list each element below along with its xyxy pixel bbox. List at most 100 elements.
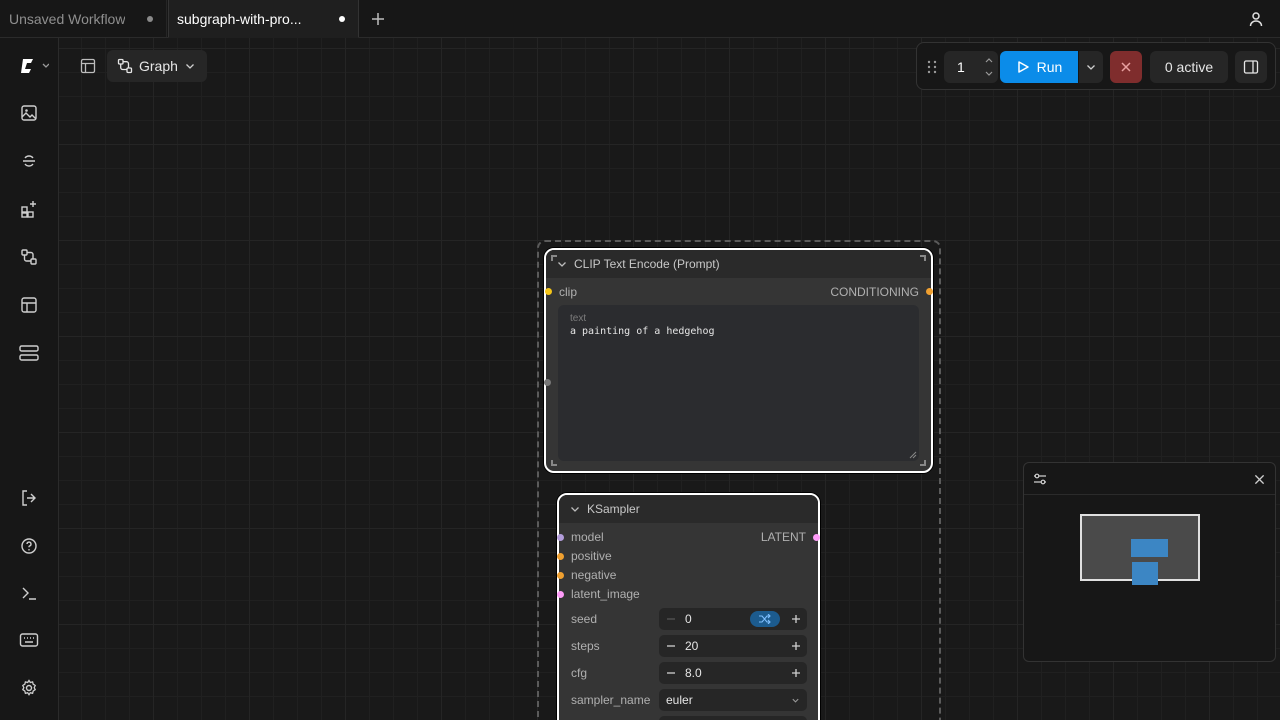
decrement-chevron-down-icon[interactable]: [983, 68, 995, 80]
increment-chevron-up-icon[interactable]: [983, 54, 995, 66]
minimap-panel[interactable]: [1023, 462, 1276, 662]
prompt-textarea[interactable]: text a painting of a hedgehog: [558, 305, 919, 461]
queue-status-label: 0 active: [1164, 59, 1214, 75]
cfg-widget[interactable]: 8.0: [659, 662, 807, 684]
widget-label-cfg: cfg: [571, 666, 588, 680]
sidebar-item-keyboard[interactable]: [14, 625, 44, 655]
next-widget[interactable]: [659, 716, 807, 720]
workflows-icon: [21, 249, 37, 265]
latent-output-socket[interactable]: [813, 534, 820, 541]
run-options-button[interactable]: [1079, 51, 1103, 83]
minimap-node: [1131, 539, 1168, 557]
close-icon: [1121, 62, 1131, 72]
resize-handle-icon[interactable]: [551, 460, 557, 466]
add-tab-button[interactable]: [367, 8, 389, 30]
sidebar-item-node-library[interactable]: [14, 194, 44, 224]
sidebar-item-logout[interactable]: [14, 483, 44, 513]
sampler-name-select[interactable]: euler: [659, 689, 807, 711]
view-mode-dropdown[interactable]: Graph: [107, 50, 207, 82]
run-button[interactable]: Run: [1000, 51, 1078, 83]
node-header[interactable]: KSampler: [559, 495, 818, 523]
batch-count-input[interactable]: 1: [944, 51, 998, 83]
tab-bar: Unsaved Workflow subgraph-with-pro...: [0, 0, 1280, 38]
queue-icon: [19, 345, 39, 361]
images-icon: [21, 105, 37, 121]
toggle-right-panel-button[interactable]: [1235, 51, 1267, 83]
decrement-icon[interactable]: [664, 611, 678, 627]
resize-handle-icon[interactable]: [920, 460, 926, 466]
latent-image-input-socket[interactable]: [557, 591, 564, 598]
seed-value: 0: [685, 612, 692, 626]
input-label-clip: clip: [559, 285, 578, 299]
textarea-label: text: [570, 313, 587, 324]
drag-handle-icon[interactable]: [925, 57, 939, 77]
keyboard-icon: [19, 633, 39, 647]
sidebar-item-settings[interactable]: [14, 673, 44, 703]
input-label-model: model: [571, 530, 604, 544]
widget-label-seed: seed: [571, 612, 598, 626]
steps-widget[interactable]: 20: [659, 635, 807, 657]
models-icon: [23, 155, 35, 167]
toggle-panel-button[interactable]: [74, 52, 102, 80]
sidebar-item-images[interactable]: [14, 98, 44, 128]
run-label: Run: [1036, 59, 1063, 75]
node-title: KSampler: [587, 502, 640, 516]
templates-icon: [21, 297, 37, 313]
minimap-node: [1132, 562, 1158, 585]
logout-icon: [22, 490, 36, 506]
steps-value: 20: [685, 639, 699, 653]
collapse-chevron-icon[interactable]: [569, 503, 581, 515]
app-root: Unsaved Workflow subgraph-with-pro... Gr…: [0, 0, 1280, 720]
run-toolbar: 1 Run 0 active: [916, 42, 1276, 90]
sidebar-item-help[interactable]: [14, 531, 44, 561]
ksampler-node[interactable]: KSampler model LATENT positive negative …: [557, 493, 820, 720]
increment-icon[interactable]: [789, 665, 803, 681]
decrement-icon[interactable]: [664, 638, 678, 654]
clip-input-socket[interactable]: [545, 288, 552, 295]
chevron-down-icon: [1087, 65, 1095, 70]
view-mode-label: Graph: [139, 58, 178, 74]
comfy-logo-button[interactable]: [16, 51, 52, 81]
close-icon: [1254, 474, 1264, 484]
increment-icon[interactable]: [789, 611, 803, 627]
sidebar-item-terminal[interactable]: [14, 578, 44, 608]
graph-icon: [117, 58, 133, 74]
clip-text-encode-node[interactable]: CLIP Text Encode (Prompt) clip CONDITION…: [544, 248, 933, 473]
resize-handle-icon[interactable]: [551, 255, 557, 261]
minimap-header: [1024, 463, 1275, 495]
node-header[interactable]: CLIP Text Encode (Prompt): [546, 250, 931, 278]
text-input-socket[interactable]: [544, 379, 551, 386]
tab-subgraph-with-pro[interactable]: subgraph-with-pro...: [168, 0, 359, 38]
minimap-settings-button[interactable]: [1032, 471, 1048, 487]
tab-unsaved-workflow[interactable]: Unsaved Workflow: [0, 0, 167, 37]
widget-label-sampler-name: sampler_name: [571, 693, 651, 707]
sidebar-item-templates[interactable]: [14, 290, 44, 320]
decrement-icon[interactable]: [664, 665, 678, 681]
shuffle-icon: [759, 614, 771, 624]
resize-grip-icon[interactable]: [909, 451, 917, 459]
sidebar-item-workflows[interactable]: [14, 242, 44, 272]
sidebar-item-queue[interactable]: [14, 338, 44, 368]
cancel-run-button[interactable]: [1110, 51, 1142, 83]
conditioning-output-socket[interactable]: [926, 288, 933, 295]
help-icon: [21, 538, 37, 554]
sidebar-item-models[interactable]: [14, 146, 44, 176]
queue-status-button[interactable]: 0 active: [1150, 51, 1228, 83]
sidebar-right-icon: [1243, 60, 1259, 74]
positive-input-socket[interactable]: [557, 553, 564, 560]
sliders-icon: [1034, 473, 1046, 485]
tab-label: subgraph-with-pro...: [177, 10, 302, 27]
user-menu-button[interactable]: [1244, 8, 1268, 30]
collapse-chevron-icon[interactable]: [556, 258, 568, 270]
resize-handle-icon[interactable]: [920, 255, 926, 261]
input-label-positive: positive: [571, 549, 612, 563]
randomize-seed-button[interactable]: [750, 611, 780, 627]
model-input-socket[interactable]: [557, 534, 564, 541]
unsaved-dot-icon: [339, 16, 345, 22]
increment-icon[interactable]: [789, 638, 803, 654]
negative-input-socket[interactable]: [557, 572, 564, 579]
minimap-close-button[interactable]: [1251, 471, 1267, 487]
seed-widget[interactable]: 0: [659, 608, 807, 630]
settings-icon: [21, 679, 37, 696]
widget-label-steps: steps: [571, 639, 600, 653]
